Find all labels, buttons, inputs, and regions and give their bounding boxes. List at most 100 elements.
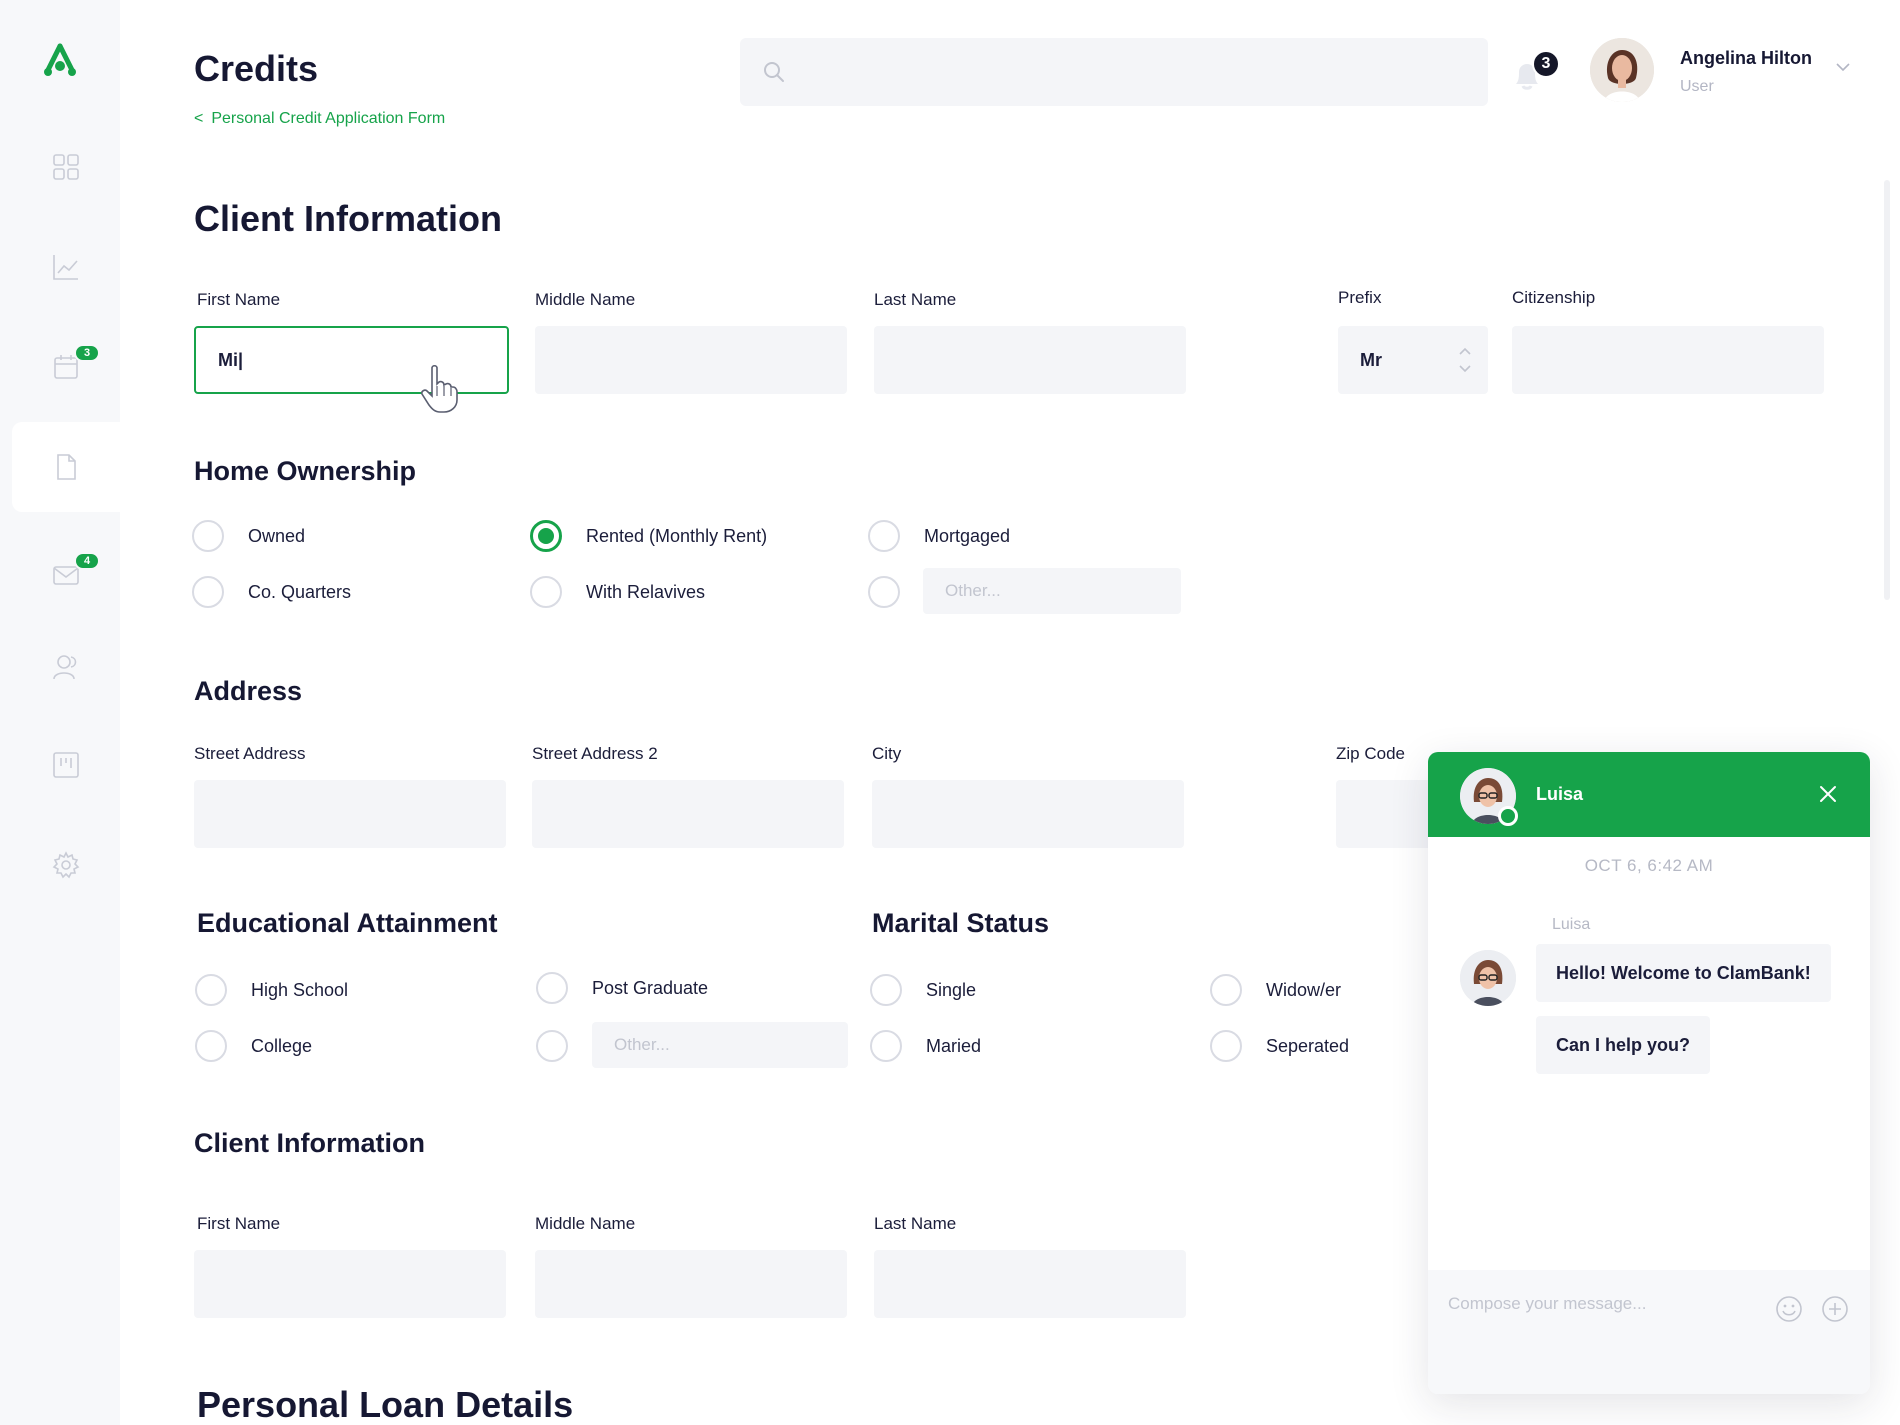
middle-name-input-2[interactable] — [535, 1250, 847, 1318]
nav-settings[interactable] — [12, 820, 120, 910]
nav-users[interactable] — [12, 622, 120, 712]
radio-label: College — [251, 1035, 313, 1056]
radio-circle[interactable] — [1210, 974, 1242, 1006]
radio-label: Post Graduate — [592, 977, 709, 998]
radio-widow[interactable]: Widow/er — [1210, 974, 1341, 1006]
radio-label: Owned — [248, 525, 306, 546]
section-heading-client-info-2: Client Information — [194, 1128, 425, 1158]
user-avatar[interactable] — [1590, 38, 1654, 102]
close-icon[interactable] — [1814, 780, 1842, 808]
radio-separated[interactable]: Seperated — [1210, 1030, 1349, 1062]
emoji-icon[interactable] — [1774, 1294, 1804, 1324]
search-bar[interactable] — [740, 38, 1488, 106]
radio-co-quarters[interactable]: Co. Quarters — [192, 576, 351, 608]
nav-documents[interactable] — [12, 422, 120, 512]
radio-circle[interactable] — [192, 576, 224, 608]
last-name-field-2[interactable] — [874, 1250, 1186, 1318]
message-avatar — [1460, 950, 1516, 1006]
street-address-2-input[interactable] — [532, 780, 844, 848]
city-field[interactable] — [872, 780, 1184, 848]
education-other-input[interactable] — [592, 1022, 848, 1068]
add-attachment-icon[interactable] — [1820, 1294, 1850, 1324]
chat-compose-area[interactable] — [1428, 1270, 1870, 1394]
last-name-input[interactable] — [874, 326, 1186, 394]
prefix-label: Prefix — [1338, 288, 1382, 307]
radio-post-graduate[interactable]: Post Graduate — [536, 972, 708, 1004]
prefix-select[interactable] — [1338, 326, 1488, 394]
stepper-arrows-icon[interactable] — [1458, 344, 1472, 376]
radio-circle[interactable] — [195, 1030, 227, 1062]
radio-circle[interactable] — [536, 1030, 568, 1062]
radio-circle[interactable] — [868, 576, 900, 608]
city-input[interactable] — [872, 780, 1184, 848]
street-address-input[interactable] — [194, 780, 506, 848]
radio-college[interactable]: College — [195, 1030, 312, 1062]
nav-board[interactable] — [12, 720, 120, 810]
radio-label: Widow/er — [1266, 979, 1342, 1000]
zip-code-label: Zip Code — [1336, 744, 1405, 763]
citizenship-input[interactable] — [1512, 326, 1824, 394]
breadcrumb-label[interactable]: Personal Credit Application Form — [211, 110, 445, 128]
street-address-2-field[interactable] — [532, 780, 844, 848]
online-status-dot — [1498, 806, 1518, 826]
radio-circle[interactable] — [195, 974, 227, 1006]
radio-with-relatives[interactable]: With Relavives — [530, 576, 705, 608]
radio-circle[interactable] — [870, 1030, 902, 1062]
radio-circle[interactable] — [530, 576, 562, 608]
compose-input[interactable] — [1448, 1284, 1748, 1324]
radio-label: Rented (Monthly Rent) — [586, 525, 768, 546]
radio-label: Seperated — [1266, 1035, 1350, 1056]
radio-other-education[interactable] — [536, 1030, 568, 1062]
radio-other-home[interactable] — [868, 576, 900, 608]
users-icon — [53, 655, 77, 680]
chat-agent-avatar — [1460, 768, 1518, 826]
middle-name-input[interactable] — [535, 326, 847, 394]
last-name-field[interactable] — [874, 326, 1186, 394]
radio-owned[interactable]: Owned — [192, 520, 305, 552]
radio-circle[interactable] — [192, 520, 224, 552]
education-other-field[interactable] — [592, 1022, 848, 1068]
citizenship-field[interactable] — [1512, 326, 1824, 394]
radio-circle[interactable] — [1210, 1030, 1242, 1062]
radio-circle[interactable] — [536, 972, 568, 1004]
radio-mortgaged[interactable]: Mortgaged — [868, 520, 1010, 552]
middle-name-field[interactable] — [535, 326, 847, 394]
last-name-input-2[interactable] — [874, 1250, 1186, 1318]
first-name-label-2: First Name — [197, 1214, 281, 1233]
first-name-input-2[interactable] — [194, 1250, 506, 1318]
home-other-input[interactable] — [923, 568, 1181, 614]
nav-mail[interactable]: 4 — [12, 530, 120, 620]
section-heading-address: Address — [194, 676, 303, 706]
page-scrollbar[interactable] — [1884, 180, 1890, 600]
radio-circle[interactable] — [868, 520, 900, 552]
chat-header: Luisa — [1428, 752, 1870, 837]
search-input[interactable] — [800, 38, 1470, 106]
section-heading-loan: Personal Loan Details — [197, 1384, 574, 1425]
nav-dashboard[interactable] — [12, 122, 120, 212]
breadcrumb[interactable]: < Personal Credit Application Form — [194, 110, 445, 128]
sidebar: 3 4 — [0, 0, 120, 1425]
user-role: User — [1680, 78, 1714, 95]
radio-high-school[interactable]: High School — [195, 974, 348, 1006]
radio-label: With Relavives — [586, 581, 706, 602]
street-address-label: Street Address — [194, 744, 306, 763]
chevron-down-icon[interactable] — [1834, 58, 1852, 76]
middle-name-field-2[interactable] — [535, 1250, 847, 1318]
app-logo-icon[interactable] — [40, 40, 80, 80]
gear-icon — [52, 851, 80, 879]
street-address-field[interactable] — [194, 780, 506, 848]
home-other-field[interactable] — [923, 568, 1181, 614]
radio-married[interactable]: Maried — [870, 1030, 981, 1062]
radio-rented[interactable]: Rented (Monthly Rent) — [530, 520, 767, 552]
radio-single[interactable]: Single — [870, 974, 976, 1006]
user-name[interactable]: Angelina Hilton — [1680, 48, 1812, 69]
radio-label: Mortgaged — [924, 525, 1011, 546]
nav-calendar[interactable]: 3 — [12, 322, 120, 412]
first-name-field-2[interactable] — [194, 1250, 506, 1318]
section-heading-home-ownership: Home Ownership — [194, 456, 417, 486]
radio-circle[interactable] — [870, 974, 902, 1006]
notification-badge: 3 — [1532, 50, 1560, 78]
breadcrumb-back-arrow[interactable]: < — [194, 110, 203, 128]
radio-circle-checked[interactable] — [530, 520, 562, 552]
nav-analytics[interactable] — [12, 222, 120, 312]
